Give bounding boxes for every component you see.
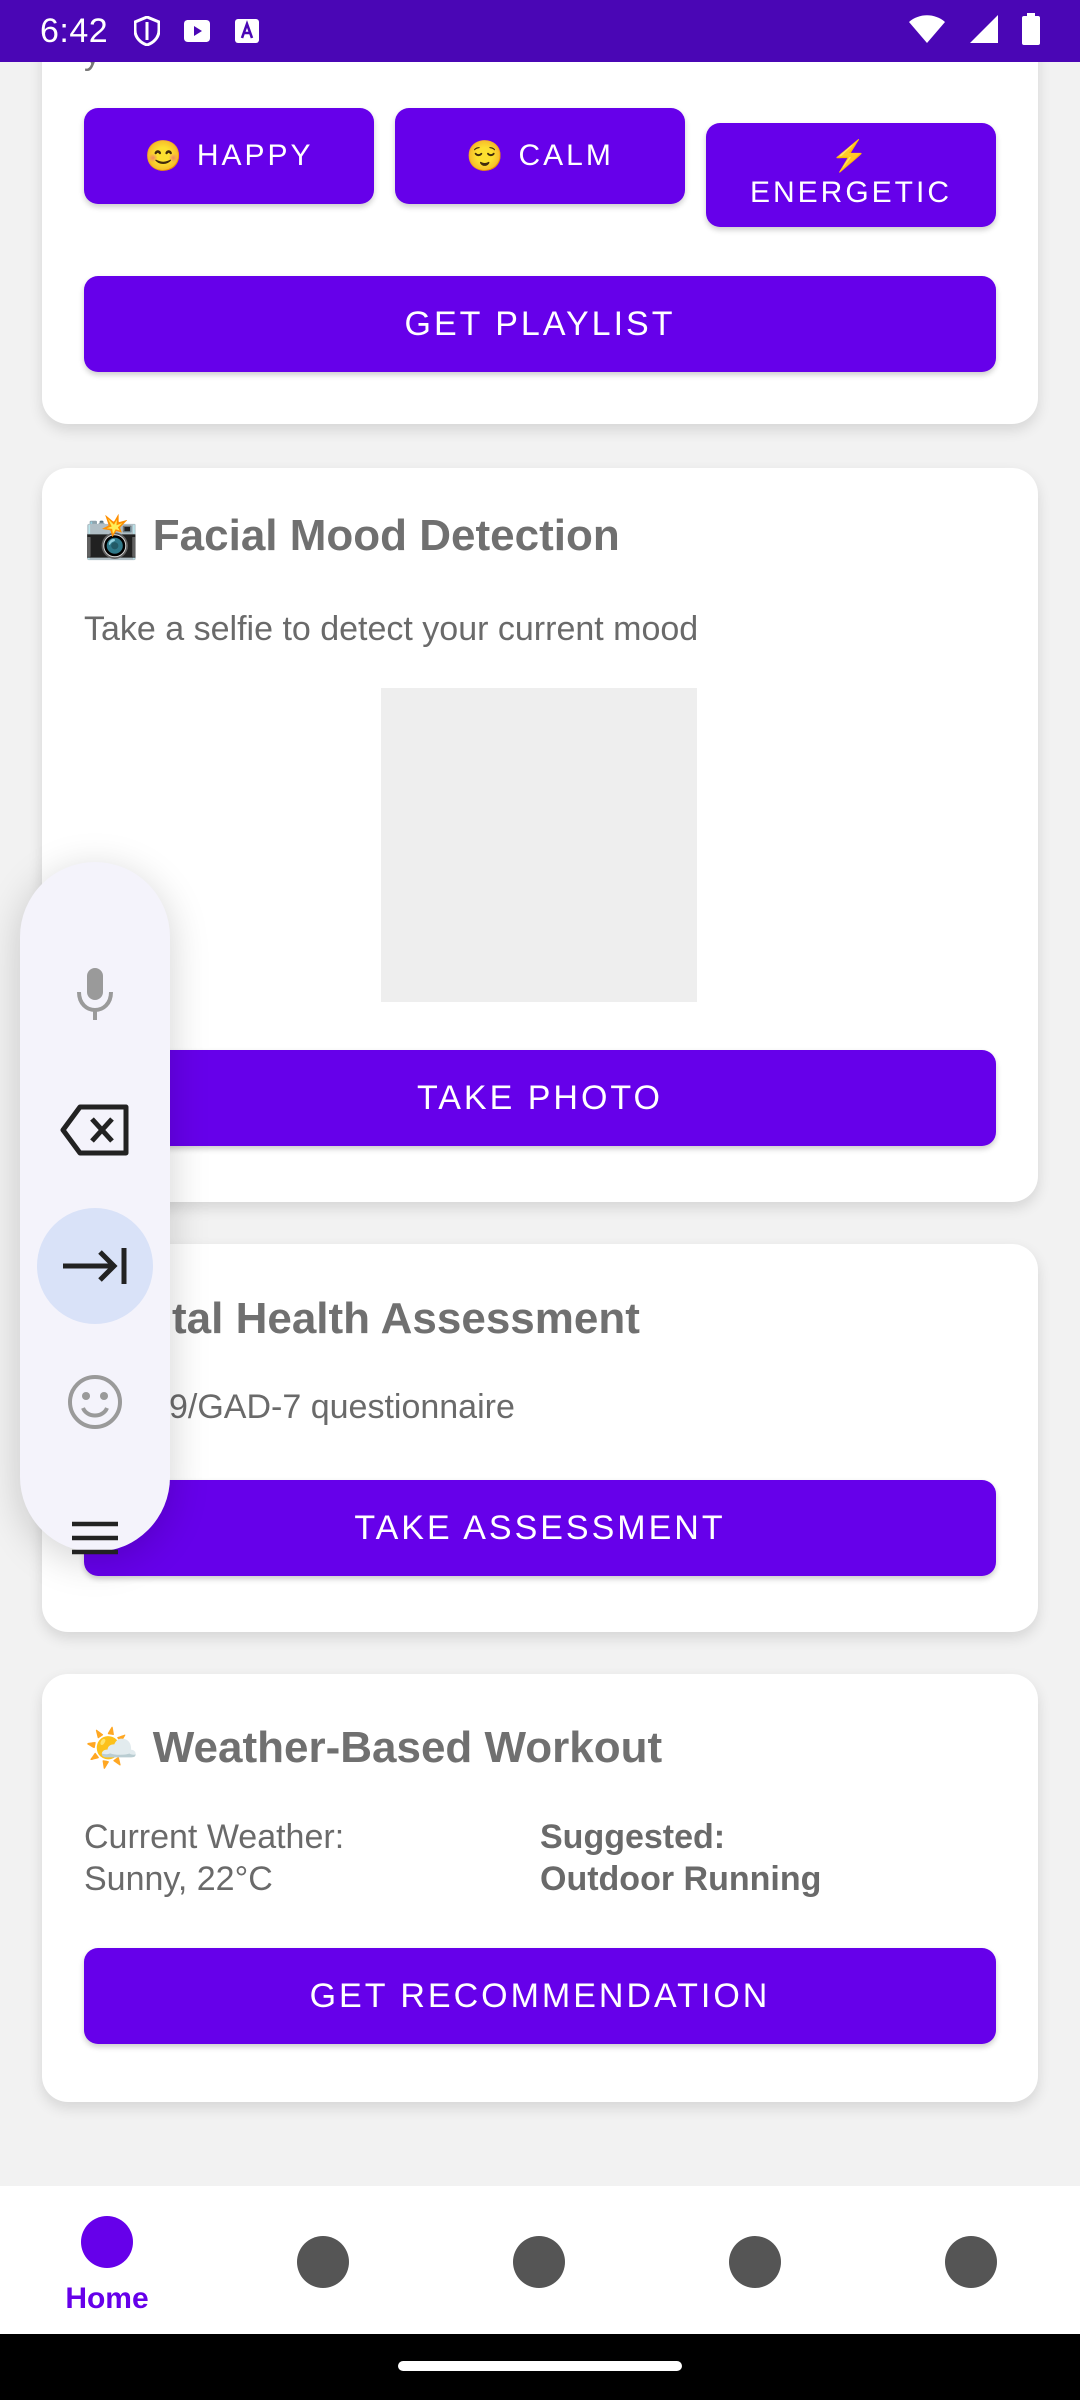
- status-time: 6:42: [40, 11, 109, 50]
- a-box-icon: [232, 16, 262, 46]
- weather-workout-title: 🌤️ Weather-Based Workout: [84, 1722, 662, 1774]
- nav-home-label: Home: [65, 2282, 149, 2315]
- nav-item-3[interactable]: [432, 2186, 648, 2334]
- bottom-navigation: Home: [0, 2186, 1080, 2334]
- facial-mood-card: 📸 Facial Mood Detection Take a selfie to…: [42, 468, 1038, 1202]
- backspace-icon[interactable]: [37, 1072, 153, 1188]
- nav-item-home[interactable]: Home: [0, 2186, 216, 2334]
- menu-icon[interactable]: [37, 1480, 153, 1596]
- microphone-icon[interactable]: [37, 936, 153, 1052]
- take-assessment-button[interactable]: TAKE ASSESSMENT: [84, 1480, 996, 1576]
- mood-calm-button[interactable]: 😌 CALM: [395, 108, 685, 204]
- suggested-label: Suggested:: [540, 1818, 726, 1856]
- nav-item-5[interactable]: [864, 2186, 1080, 2334]
- current-weather-value: Sunny, 22°C: [84, 1860, 273, 1898]
- current-weather-label: Current Weather:: [84, 1818, 345, 1856]
- status-right-group: [908, 12, 1040, 50]
- suggested-value: Outdoor Running: [540, 1860, 822, 1898]
- take-photo-button[interactable]: TAKE PHOTO: [84, 1050, 996, 1146]
- happy-emoji-icon: 😊: [144, 139, 185, 173]
- nav-3-icon: [513, 2236, 565, 2288]
- mood-happy-label: HAPPY: [196, 139, 314, 172]
- suggested-workout: Suggested: Outdoor Running: [540, 1816, 821, 1900]
- signal-icon: [968, 14, 1000, 49]
- mood-playlist-card: y 😊 HAPPY 😌 CALM ⚡ ENERGETIC GET PLAYLIS…: [42, 62, 1038, 424]
- facial-mood-title-text: Facial Mood Detection: [152, 511, 620, 560]
- nav-5-icon: [945, 2236, 997, 2288]
- mood-calm-label: CALM: [518, 139, 614, 172]
- wifi-icon: [908, 14, 946, 49]
- tab-icon[interactable]: [37, 1208, 153, 1324]
- status-bar: 6:42: [0, 0, 1080, 62]
- nav-4-icon: [729, 2236, 781, 2288]
- current-weather: Current Weather: Sunny, 22°C: [84, 1816, 344, 1900]
- shield-icon: [132, 16, 162, 46]
- photo-preview: [381, 688, 697, 1002]
- keyboard-floating-toolbar: [20, 862, 170, 1555]
- get-playlist-button[interactable]: GET PLAYLIST: [84, 276, 996, 372]
- lightning-emoji-icon: ⚡: [830, 140, 872, 173]
- play-store-icon: [182, 16, 212, 46]
- calm-emoji-icon: 😌: [466, 139, 507, 173]
- nav-item-4[interactable]: [648, 2186, 864, 2334]
- gesture-navigation-area: [0, 2334, 1080, 2400]
- assessment-card: Mental Health Assessment PHQ-9/GAD-7 que…: [42, 1244, 1038, 1632]
- facial-mood-title: 📸 Facial Mood Detection: [84, 510, 620, 562]
- facial-mood-description: Take a selfie to detect your current moo…: [84, 610, 699, 648]
- nav-item-2[interactable]: [216, 2186, 432, 2334]
- camera-emoji-icon: 📸: [84, 512, 139, 561]
- screen: 6:42 y 😊 HAPPY: [0, 0, 1080, 2400]
- emoji-icon[interactable]: [37, 1344, 153, 1460]
- get-recommendation-button[interactable]: GET RECOMMENDATION: [84, 1948, 996, 2044]
- weather-workout-card: 🌤️ Weather-Based Workout Current Weather…: [42, 1674, 1038, 2102]
- mood-energetic-label: ENERGETIC: [749, 176, 953, 209]
- nav-2-icon: [297, 2236, 349, 2288]
- home-icon: [81, 2216, 133, 2268]
- mood-happy-button[interactable]: 😊 HAPPY: [84, 108, 374, 204]
- weather-workout-title-text: Weather-Based Workout: [152, 1723, 663, 1772]
- sun-cloud-emoji-icon: 🌤️: [84, 1724, 139, 1773]
- home-gesture-bar[interactable]: [398, 2361, 682, 2371]
- mood-card-partial-text: y: [84, 62, 101, 73]
- mood-energetic-button[interactable]: ⚡ ENERGETIC: [706, 123, 996, 227]
- battery-icon: [1022, 12, 1040, 50]
